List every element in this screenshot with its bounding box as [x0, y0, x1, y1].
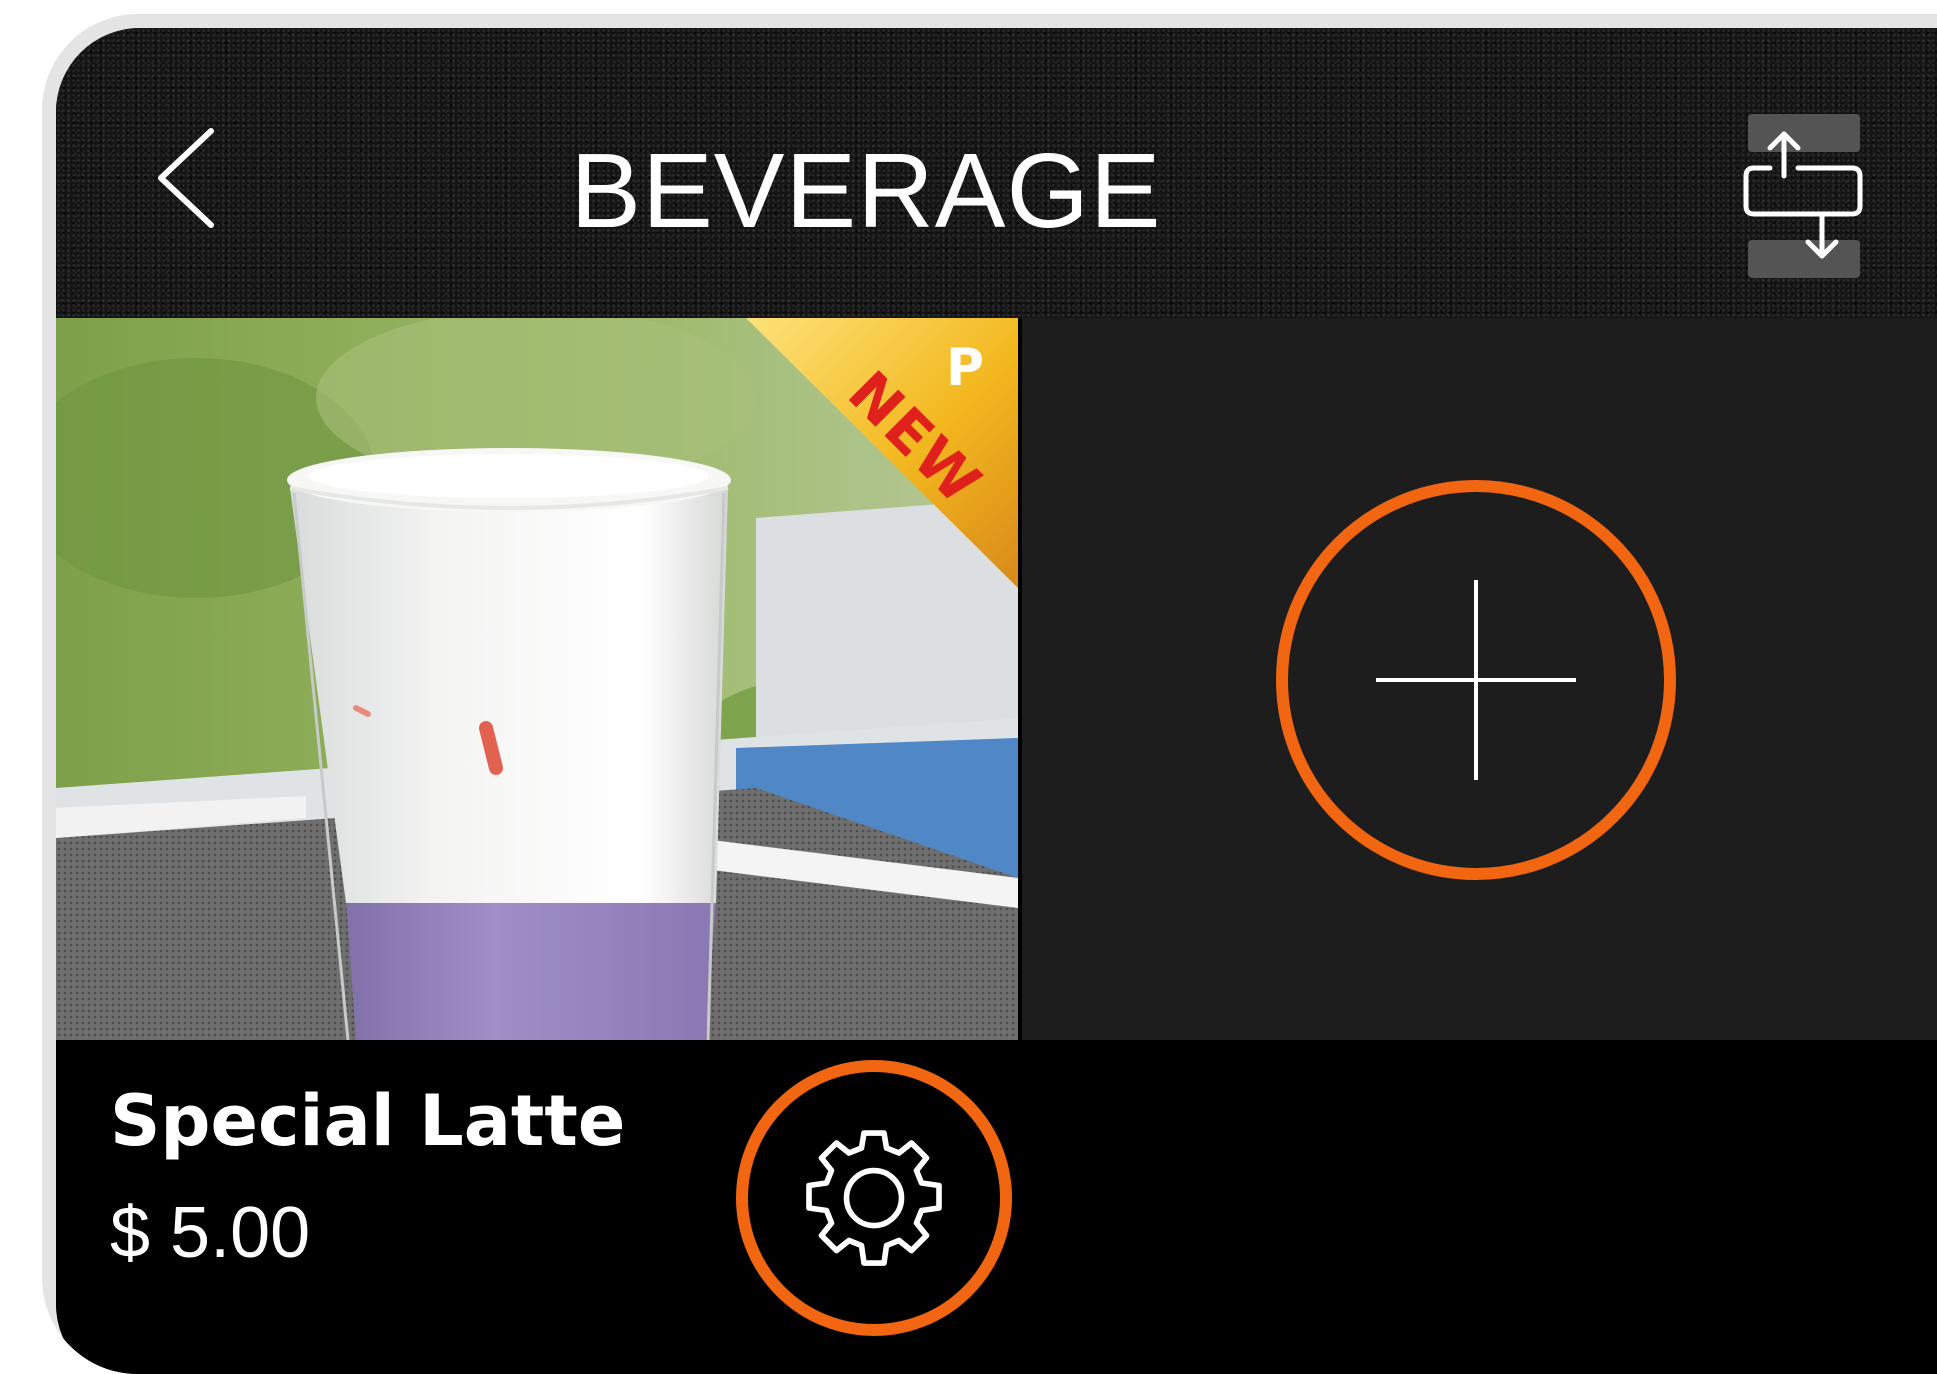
gear-icon — [806, 1130, 942, 1266]
plus-icon — [1376, 580, 1576, 780]
product-tile-special-latte[interactable]: NEW P — [56, 318, 1018, 1040]
header-bar: BEVERAGE — [56, 28, 1937, 318]
app-screen: BEVERAGE NEW P Special Latte $ 5.00 — [56, 28, 1937, 1374]
back-button[interactable] — [146, 118, 226, 238]
device-frame: BEVERAGE NEW P Special Latte $ 5.00 — [42, 14, 1937, 1374]
page-title: BEVERAGE — [570, 132, 1162, 250]
chevron-left-icon — [158, 128, 214, 228]
reorder-swap-icon — [1743, 131, 1863, 259]
product-info-bar: Special Latte $ 5.00 — [56, 1040, 1937, 1374]
product-settings-button[interactable] — [736, 1060, 1012, 1336]
empty-menu-slot — [1022, 318, 1937, 1040]
product-price: $ 5.00 — [110, 1193, 311, 1273]
badge-mark: P — [946, 338, 985, 398]
reorder-swap-button[interactable] — [1738, 114, 1868, 278]
product-name: Special Latte — [110, 1080, 626, 1162]
add-item-button[interactable] — [1276, 480, 1676, 880]
